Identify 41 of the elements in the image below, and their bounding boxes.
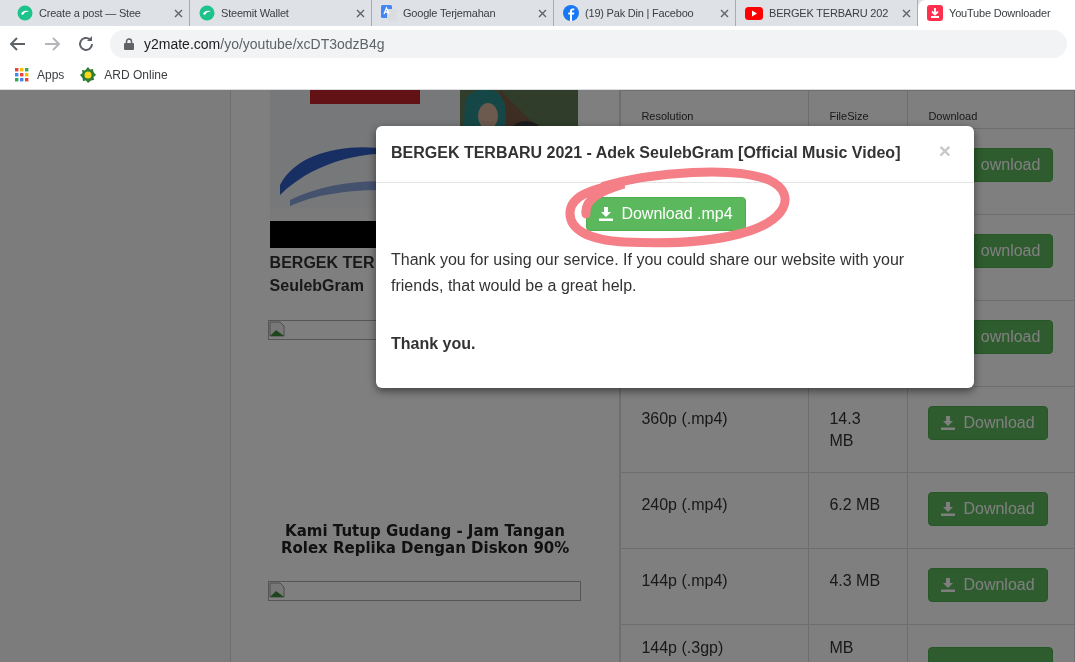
lock-icon bbox=[124, 38, 134, 50]
bookmark[interactable]: ARD Online bbox=[80, 67, 168, 83]
table-cell: 4.3 MB bbox=[808, 548, 908, 625]
download-icon bbox=[941, 416, 956, 430]
close-icon[interactable] bbox=[538, 8, 547, 18]
download-icon bbox=[599, 207, 614, 221]
swirl-icon bbox=[17, 5, 33, 21]
modal-title: BERGEK TERBARU 2021 - Adek SeulebGram [Official Music Video] bbox=[391, 144, 901, 162]
emblem-icon bbox=[80, 67, 97, 83]
translate-icon bbox=[381, 5, 397, 21]
table-cell: 6.2 MB bbox=[808, 472, 908, 549]
browser-tab[interactable]: Steemit Wallet bbox=[190, 0, 372, 26]
reload-icon[interactable] bbox=[76, 34, 96, 54]
download-icon bbox=[941, 578, 956, 592]
table-cell: 144p (.mp4) bbox=[620, 548, 809, 625]
play-icon bbox=[745, 6, 763, 20]
table-cell: 144p (.3gp) bbox=[620, 624, 809, 662]
ad-text: Kami Tutup Gudang - Jam Tangan Rolex Replika Dengan Diskon 90% bbox=[279, 523, 571, 557]
swirl-icon bbox=[199, 5, 215, 21]
browser-tab[interactable]: Create a post — Stee bbox=[8, 0, 190, 26]
url-text: y2mate.com/yo/youtube/xcDT3odzB4g bbox=[144, 36, 385, 52]
apps-grid-icon bbox=[15, 68, 29, 82]
facebook-icon bbox=[563, 5, 579, 21]
video-title: BERGEK TER bbox=[269, 253, 375, 273]
close-icon[interactable] bbox=[720, 8, 729, 18]
download-icon bbox=[941, 502, 956, 516]
browser-tab[interactable]: (19) Pak Din | Faceboo bbox=[554, 0, 736, 26]
browser-tab[interactable]: YouTube Downloader bbox=[918, 0, 1075, 26]
video-title: SeulebGram bbox=[269, 276, 364, 296]
close-icon[interactable] bbox=[356, 8, 365, 18]
broken-image-icon bbox=[268, 581, 582, 601]
bookmark[interactable]: Apps bbox=[15, 68, 65, 82]
close-icon[interactable] bbox=[902, 8, 911, 18]
table-cell: 240p (.mp4) bbox=[620, 472, 809, 549]
message-text: Thank you for using our service. If you could share our website with your friends, that would be a great help. bbox=[391, 250, 906, 296]
address-bar[interactable]: y2mate.com/yo/youtube/xcDT3odzB4g bbox=[110, 30, 1067, 58]
browser-tab[interactable]: BERGEK TERBARU 202 bbox=[736, 0, 918, 26]
browser-tab[interactable]: Google Terjemahan bbox=[372, 0, 554, 26]
close-icon[interactable] bbox=[174, 8, 183, 18]
download-icon bbox=[927, 5, 943, 21]
closing-text: Thank you. bbox=[391, 335, 477, 353]
